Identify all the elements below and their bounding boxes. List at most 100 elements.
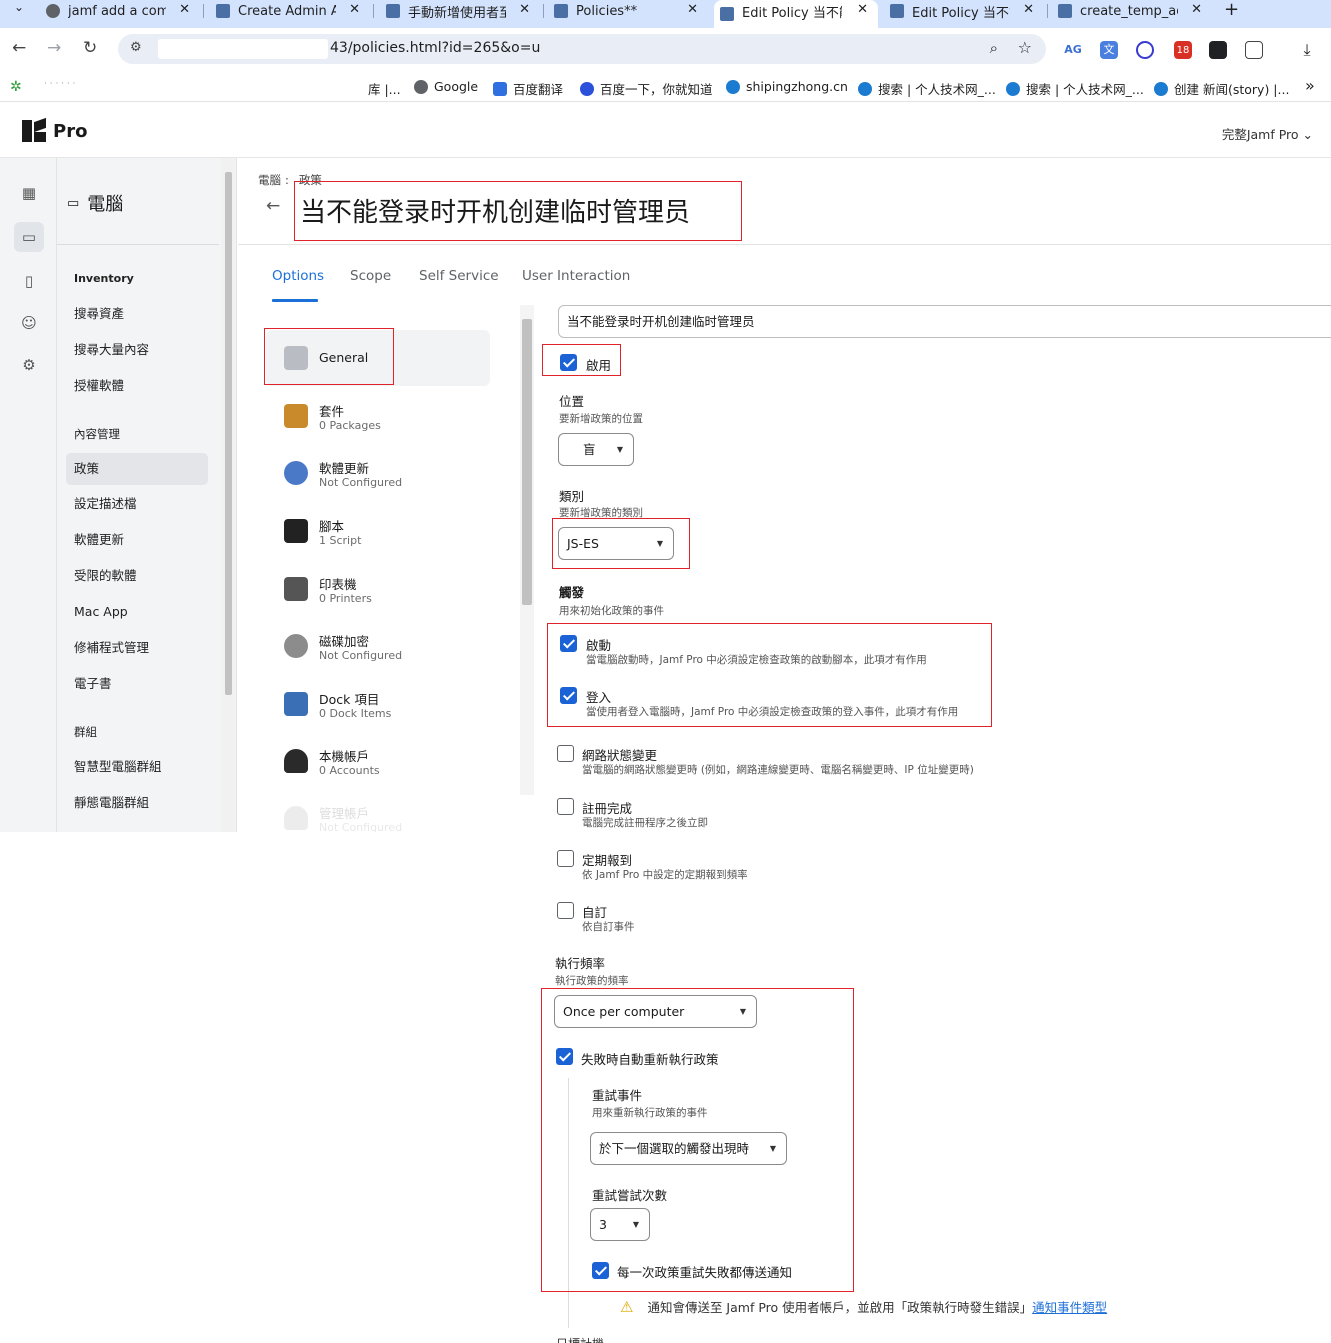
payload-dock-items[interactable]: Dock 項目 0 Dock Items [266,676,490,732]
more-bookmarks-icon[interactable]: » [1305,76,1315,95]
tab-close-icon[interactable]: ✕ [687,2,698,17]
back-icon[interactable]: ← [12,38,26,58]
tab-self-service[interactable]: Self Service [419,268,499,284]
sidebar-item-smart-groups[interactable]: 智慧型電腦群組 [66,751,208,783]
extension-ring-icon[interactable] [1136,41,1154,59]
payload-local-accounts[interactable]: 本機帳戶 0 Accounts [266,733,490,789]
payload-management-account[interactable]: 管理帳戶 Not Configured [266,790,490,832]
tab-close-icon[interactable]: ✕ [1191,2,1202,17]
payload-scripts[interactable]: 腳本 1 Script [266,503,490,559]
jamf-icon [386,4,400,18]
sidebar-item-policies[interactable]: 政策 [66,453,208,485]
bookmark-star-icon[interactable]: ☆ [1018,38,1032,57]
sidebar-item-restricted-software[interactable]: 受限的軟體 [66,560,208,592]
app-header: Pro 完整Jamf Pro ⌄ [0,106,1331,158]
tab-search-chevron-icon[interactable]: ⌄ [8,0,30,16]
sidebar-item-config-profiles[interactable]: 設定描述檔 [66,488,208,520]
translate-extension-icon[interactable]: 文 [1100,41,1118,59]
bookmark-item[interactable]: 百度一下，你就知道 [580,79,713,98]
trigger-enrollment-checkbox[interactable] [557,798,574,815]
calendar-extension-icon[interactable]: 18 [1174,41,1192,59]
sidebar-item-search-inventory[interactable]: 搜尋資產 [66,298,208,330]
payload-packages[interactable]: 套件 0 Packages [266,388,490,444]
trigger-checkin-checkbox[interactable] [557,850,574,867]
bookmark-label: 百度翻译 [513,82,564,97]
trigger-network-change-checkbox[interactable] [557,745,574,762]
bookmark-item[interactable]: 百度翻译 [493,79,563,98]
bookmark-redacted[interactable]: · · · · · · [44,79,75,89]
browser-tab[interactable]: 手動新增使用者至 ✕ [380,0,540,22]
computers-icon[interactable]: ▭ [14,222,44,252]
extension-cat-icon[interactable] [1209,41,1227,59]
payload-printers[interactable]: 印表機 0 Printers [266,561,490,617]
address-url[interactable]: 43/policies.html?id=265&o=u [330,40,540,56]
tab-separator [373,4,374,18]
browser-tab[interactable]: Create Admin Ac ✕ [210,0,370,22]
bookmarks-bar: ✲ · · · · · · 库 |... Google 百度翻译 百度一下，你就… [0,72,1331,102]
devices-icon[interactable]: ▯ [14,266,44,296]
settings-gear-icon[interactable]: ⚙ [14,350,44,380]
tab-close-icon[interactable]: ✕ [1023,2,1034,17]
sidebar-item-search-volume[interactable]: 搜尋大量內容 [66,334,208,366]
user-menu[interactable]: 完整Jamf Pro ⌄ [1222,124,1313,143]
bookmark-item[interactable]: shipingzhong.cn [726,79,848,94]
payload-list-scrollbar[interactable] [520,305,534,795]
bookmark-item[interactable]: Google [414,79,478,94]
sidebar-item-licensed-software[interactable]: 授權軟體 [66,370,208,402]
sidebar-item-static-groups[interactable]: 靜態電腦群組 [66,787,208,819]
users-icon[interactable]: ☺ [14,308,44,338]
payload-status: Not Configured [319,649,403,662]
sidebar-scroll-thumb[interactable] [225,172,232,695]
tab-options[interactable]: Options [272,268,324,284]
sidebar-item-inventory[interactable]: Inventory [66,263,208,295]
browser-tab[interactable]: jamf add a comp ✕ [40,0,200,22]
browser-tab-active[interactable]: Edit Policy 当不能 ✕ [714,0,878,28]
browser-tab[interactable]: create_temp_adm ✕ [1052,0,1212,22]
tab-close-icon[interactable]: ✕ [857,2,868,17]
trigger-custom-checkbox[interactable] [557,902,574,919]
zoom-icon[interactable]: ⌕ [990,39,998,57]
sidebar-scrollbar[interactable] [221,158,235,832]
extensions-puzzle-icon[interactable] [1245,41,1263,59]
display-name-input[interactable]: 当不能登录时开机创建临时管理员 [558,305,1331,338]
notification-event-type-link[interactable]: 通知事件類型 [1032,1297,1107,1316]
address-bar[interactable]: ⚙ 43/policies.html?id=265&o=u ⌕ ☆ [118,34,1046,64]
sidebar: ▭ 電腦 Inventory 搜尋資產 搜尋大量內容 授權軟體 內容管理 政策 … [57,158,237,832]
bookmark-item[interactable]: 搜索 | 个人技术网_... [1006,79,1144,98]
site-select[interactable]: 盲 ▼ [558,433,634,466]
tab-user-interaction[interactable]: User Interaction [522,268,630,284]
browser-tab[interactable]: Policies** ✕ [548,0,708,22]
sidebar-item-mac-apps[interactable]: Mac App [66,596,208,628]
dock-icon [284,692,308,716]
new-tab-button[interactable]: + [1224,0,1239,20]
bookmark-item[interactable]: 搜索 | 个人技术网_... [858,79,996,98]
reload-icon[interactable]: ↻ [83,38,97,58]
tab-close-icon[interactable]: ✕ [519,2,530,17]
browser-tab[interactable]: Edit Policy 当不能 ✕ [884,0,1044,22]
tab-close-icon[interactable]: ✕ [349,2,360,17]
breadcrumb-computers[interactable]: 電腦 [258,173,281,187]
tab-separator [543,4,544,18]
payload-list-scroll-thumb[interactable] [522,319,532,605]
sidebar-item-groups[interactable]: 群組 [66,716,208,748]
back-arrow-icon[interactable]: ← [266,196,280,216]
download-icon[interactable]: ⤓ [1298,41,1316,59]
payload-software-updates[interactable]: 軟體更新 Not Configured [266,445,490,501]
bookmark-item[interactable]: 创建 新闻(story) |... [1154,79,1289,98]
tab-scope[interactable]: Scope [350,268,391,284]
bookmark-item[interactable]: 库 |... [368,79,401,98]
forward-icon[interactable]: → [47,38,61,58]
sidebar-item-ebooks[interactable]: 電子書 [66,668,208,700]
payload-disk-encryption[interactable]: 磁碟加密 Not Configured [266,618,490,674]
tab-title: Create Admin Ac [238,3,336,19]
dashboard-icon[interactable]: ▦ [14,178,44,208]
tab-close-icon[interactable]: ✕ [179,2,190,17]
site-info-icon[interactable]: ⚙ [130,40,142,55]
extension-ag-icon[interactable]: AG [1064,41,1082,59]
sidebar-item-software-updates[interactable]: 軟體更新 [66,524,208,556]
sidebar-item-patch-management[interactable]: 修補程式管理 [66,632,208,664]
sidebar-item-content-management[interactable]: 內容管理 [66,418,208,450]
package-icon [284,404,308,428]
header-divider [238,244,1331,245]
bookmark-gear-icon[interactable]: ✲ [10,79,22,95]
